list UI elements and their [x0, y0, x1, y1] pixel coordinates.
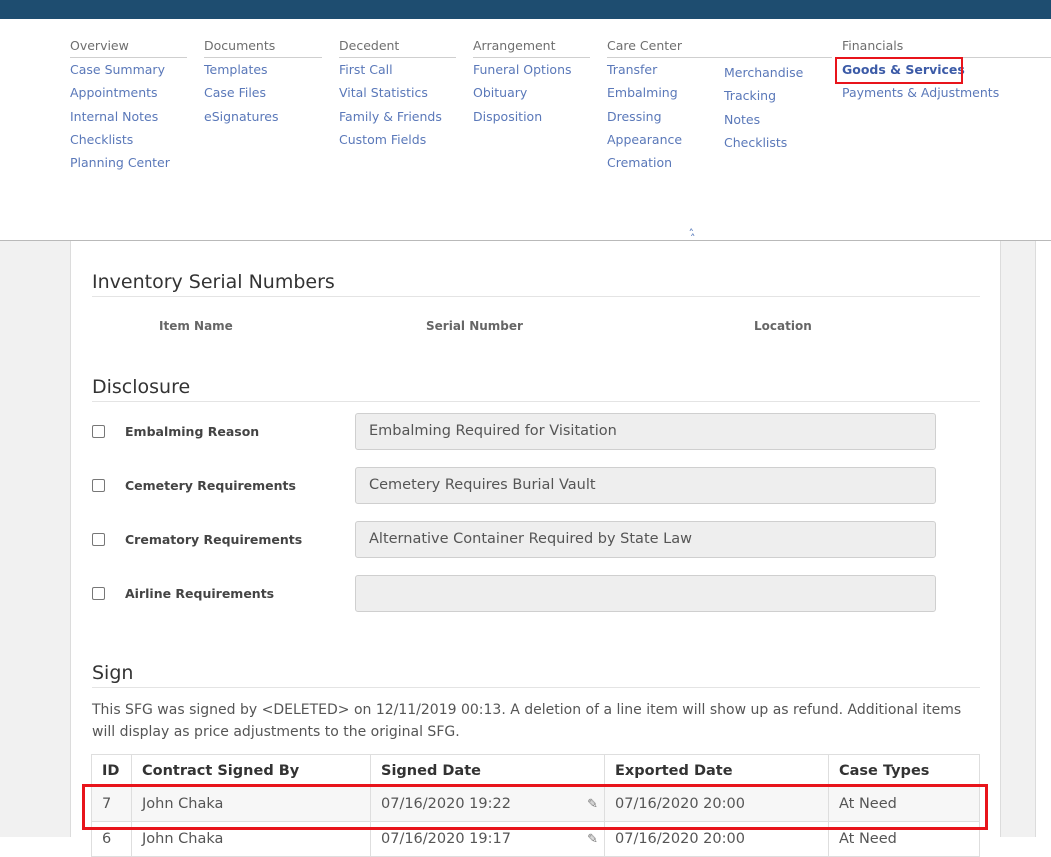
crematory-requirements-label: Crematory Requirements: [125, 532, 303, 547]
nav-link-notes[interactable]: Notes: [724, 108, 834, 131]
nav-heading: Arrangement: [473, 38, 590, 58]
nav-heading: Documents: [204, 38, 322, 58]
crematory-requirements-checkbox[interactable]: [92, 533, 105, 546]
nav-link-obituary[interactable]: Obituary: [473, 81, 590, 104]
nav-link-custom-fields[interactable]: Custom Fields: [339, 128, 456, 151]
app-header-bar: [0, 0, 1051, 19]
nav-link-case-files[interactable]: Case Files: [204, 81, 322, 104]
highlight-box-signature-row: [82, 784, 988, 830]
nav-link-care-checklists[interactable]: Checklists: [724, 131, 834, 154]
crematory-requirements-field[interactable]: Alternative Container Required by State …: [355, 521, 936, 558]
nav-link-payments-adjustments[interactable]: Payments & Adjustments: [842, 81, 1051, 104]
col-case-types: Case Types: [828, 754, 980, 787]
nav-link-templates[interactable]: Templates: [204, 58, 322, 81]
nav-link-first-call[interactable]: First Call: [339, 58, 456, 81]
airline-requirements-label: Airline Requirements: [125, 586, 275, 601]
cemetery-requirements-field[interactable]: Cemetery Requires Burial Vault: [355, 467, 936, 504]
nav-link-disposition[interactable]: Disposition: [473, 105, 590, 128]
nav-heading: Overview: [70, 38, 187, 58]
nav-link-checklists[interactable]: Checklists: [70, 128, 187, 151]
embalming-reason-checkbox[interactable]: [92, 425, 105, 438]
section-divider: [92, 687, 980, 688]
nav-link-family-friends[interactable]: Family & Friends: [339, 105, 456, 128]
airline-requirements-checkbox[interactable]: [92, 587, 105, 600]
nav-column-decedent: Decedent First Call Vital Statistics Fam…: [339, 38, 456, 151]
embalming-reason-label: Embalming Reason: [125, 424, 260, 439]
inventory-col-serial-number: Serial Number: [426, 319, 523, 333]
nav-link-esignatures[interactable]: eSignatures: [204, 105, 322, 128]
sign-note: This SFG was signed by <DELETED> on 12/1…: [92, 702, 962, 740]
section-divider: [92, 296, 980, 297]
nav-link-funeral-options[interactable]: Funeral Options: [473, 58, 590, 81]
nav-link-cremation[interactable]: Cremation: [607, 151, 832, 174]
highlight-box-goods-services: [835, 57, 963, 84]
right-scroll-gutter: [1035, 241, 1051, 837]
nav-column-overview: Overview Case Summary Appointments Inter…: [70, 38, 187, 174]
col-signed-date: Signed Date: [370, 754, 605, 787]
embalming-reason-field[interactable]: Embalming Required for Visitation: [355, 413, 936, 450]
nav-link-appointments[interactable]: Appointments: [70, 81, 187, 104]
nav-link-planning-center[interactable]: Planning Center: [70, 151, 187, 174]
section-divider: [92, 401, 980, 402]
col-id: ID: [91, 754, 132, 787]
nav-link-internal-notes[interactable]: Internal Notes: [70, 105, 187, 128]
goods-services-panel: Inventory Serial Numbers Item Name Seria…: [70, 241, 1001, 857]
nav-link-vital-statistics[interactable]: Vital Statistics: [339, 81, 456, 104]
table-header-row: ID Contract Signed By Signed Date Export…: [91, 754, 980, 787]
cemetery-requirements-label: Cemetery Requirements: [125, 478, 296, 493]
nav-link-case-summary[interactable]: Case Summary: [70, 58, 187, 81]
nav-column-documents: Documents Templates Case Files eSignatur…: [204, 38, 322, 128]
nav-heading: Care Center: [607, 38, 832, 58]
nav-heading: Decedent: [339, 38, 456, 58]
col-exported-date: Exported Date: [604, 754, 829, 787]
inventory-col-location: Location: [754, 319, 812, 333]
nav-column-arrangement: Arrangement Funeral Options Obituary Dis…: [473, 38, 590, 128]
airline-requirements-field[interactable]: [355, 575, 936, 612]
inventory-col-item-name: Item Name: [159, 319, 233, 333]
sign-section-title: Sign: [92, 662, 134, 684]
nav-column-care-center-2: Merchandise Tracking Notes Checklists: [724, 61, 834, 154]
nav-heading: Financials: [842, 38, 1051, 58]
pencil-edit-icon[interactable]: ✎: [587, 832, 598, 847]
cemetery-requirements-checkbox[interactable]: [92, 479, 105, 492]
nav-link-tracking[interactable]: Tracking: [724, 84, 834, 107]
col-contract-signed-by: Contract Signed By: [131, 754, 371, 787]
signed-date-value: 07/16/2020 19:17: [381, 831, 511, 847]
case-navigation-menu: Overview Case Summary Appointments Inter…: [0, 19, 1051, 245]
disclosure-section-title: Disclosure: [92, 376, 191, 398]
inventory-section-title: Inventory Serial Numbers: [92, 271, 335, 293]
nav-link-merchandise[interactable]: Merchandise: [724, 61, 834, 84]
